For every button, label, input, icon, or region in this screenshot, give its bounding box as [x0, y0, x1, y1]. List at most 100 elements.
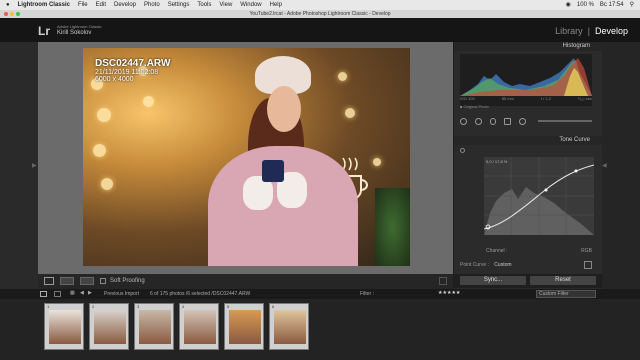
point-curve-select[interactable]: Custom [494, 262, 511, 268]
histogram-readout: ISO 100 85 mm f / 1,2 ¹⁄₁₀₀ sec [460, 96, 592, 101]
close-window-button[interactable] [4, 12, 8, 16]
radial-filter-icon[interactable] [519, 117, 527, 125]
menu-settings[interactable]: Settings [168, 0, 190, 10]
thumbnail-image [184, 310, 216, 344]
collapse-right-panel-icon[interactable]: ◀ [602, 162, 607, 169]
original-photo-label[interactable]: ■ Original Photo [460, 104, 489, 109]
user-name: Kirill Sokolov [57, 30, 92, 36]
edit-point-curve-icon[interactable] [584, 261, 592, 269]
filter-select[interactable]: Custom Filter [536, 290, 596, 298]
original-photo-text: Original Photo [463, 104, 489, 109]
menu-help[interactable]: Help [270, 0, 282, 10]
tone-curve-header[interactable]: Tone Curve [454, 136, 602, 145]
bokeh-light [101, 178, 113, 190]
bokeh-light [338, 72, 347, 81]
targeted-adjustment-icon[interactable] [460, 148, 465, 153]
develop-toolbar: Soft Proofing [38, 274, 453, 289]
menu-develop[interactable]: Develop [114, 0, 136, 10]
thumbnail-index: 5 [227, 304, 230, 309]
soft-proofing-label: Soft Proofing [110, 278, 145, 284]
minimize-window-button[interactable] [10, 12, 14, 16]
thumbnail-index: 4 [182, 304, 185, 309]
search-icon[interactable]: ⚲ [630, 0, 634, 10]
wifi-icon[interactable]: ◉ [566, 0, 571, 10]
graduated-filter-icon[interactable] [504, 117, 512, 125]
filmstrip-thumbnail[interactable]: 2 [89, 303, 129, 350]
menu-view[interactable]: View [219, 0, 232, 10]
photo-viewer[interactable]: DSC02447.ARW 21/11/2019 11:02:08 6000 x … [38, 42, 453, 274]
tone-curve-graph[interactable]: 5,0 / 17,8 % [483, 157, 595, 235]
module-library[interactable]: Library [555, 26, 583, 36]
point-curve-row: Point Curve : Custom [460, 262, 512, 268]
right-panel-edge: ◀ [602, 42, 640, 289]
window-title: YouTube2.lrcat - Adobe Photoshop Lightro… [249, 11, 391, 17]
shutter-readout: ¹⁄₁₀₀ sec [577, 96, 592, 101]
tone-curve-title: Tone Curve [559, 137, 590, 143]
main-photo[interactable]: DSC02447.ARW 21/11/2019 11:02:08 6000 x … [83, 48, 410, 266]
photo-info-overlay: DSC02447.ARW 21/11/2019 11:02:08 6000 x … [95, 58, 170, 83]
photo-filename: DSC02447.ARW [95, 58, 171, 69]
sync-button[interactable]: Sync... [460, 276, 526, 285]
filmstrip-count: 6 of 175 photos /6 selected /DSC02447.AR… [150, 291, 251, 297]
left-panel-collapsed: ▶ [0, 42, 38, 289]
face [267, 86, 301, 132]
expand-left-panel-icon[interactable]: ▶ [32, 162, 37, 169]
back-arrow-icon[interactable]: ◀ [80, 290, 84, 296]
right-panel: Histogram ISO 100 85 mm f / 1,2 ¹⁄₁₀₀ se… [454, 42, 602, 289]
toolbar-menu-icon[interactable] [439, 277, 447, 285]
zoom-window-button[interactable] [16, 12, 20, 16]
filmstrip-thumbnail[interactable]: 5 [224, 303, 264, 350]
apple-icon[interactable]: ● [6, 0, 10, 10]
histogram-title: Histogram [562, 43, 590, 49]
swap-icon[interactable] [80, 277, 94, 285]
sync-reset-row: Sync... Reset [454, 274, 602, 288]
main-window-icon[interactable] [40, 291, 47, 297]
curve-readout: 5,0 / 17,8 % [486, 159, 508, 164]
filmstrip-source[interactable]: Previous Import [104, 291, 139, 297]
spot-removal-tool-icon[interactable] [474, 117, 482, 125]
filter-label: Filter : [360, 291, 374, 297]
reset-button[interactable]: Reset [530, 276, 596, 285]
photo-datetime: 21/11/2019 11:02:08 [95, 69, 159, 76]
lightroom-logo-icon: Lr [38, 24, 50, 38]
filmstrip-bar: ▦ ◀ ▶ Previous Import 6 of 175 photos /6… [0, 289, 640, 299]
channel-select[interactable]: RGB [581, 248, 592, 254]
module-develop[interactable]: Develop [595, 26, 628, 36]
photo-dimensions: 6000 x 4000 [95, 76, 134, 83]
filmstrip-thumbnail[interactable]: 4 [179, 303, 219, 350]
crop-tool-icon[interactable] [460, 117, 467, 125]
grid-icon[interactable]: ▦ [70, 290, 75, 296]
menu-edit[interactable]: Edit [96, 0, 106, 10]
histogram[interactable]: ISO 100 85 mm f / 1,2 ¹⁄₁₀₀ sec [460, 54, 592, 106]
menu-tools[interactable]: Tools [197, 0, 211, 10]
bokeh-light [143, 96, 154, 107]
filmstrip-thumbnail[interactable]: 3 [134, 303, 174, 350]
before-after-icon[interactable] [60, 277, 74, 285]
channel-label: Channel : [486, 248, 508, 254]
menu-photo[interactable]: Photo [144, 0, 160, 10]
menu-window[interactable]: Window [240, 0, 261, 10]
soft-proofing-checkbox[interactable] [100, 278, 106, 284]
thumbnail-index: 1 [47, 304, 50, 309]
clock[interactable]: Вс 17:54 [600, 0, 624, 10]
app-name: Adobe Lightroom Classic [57, 24, 102, 29]
bokeh-light [93, 144, 106, 157]
filmstrip-thumbnail[interactable]: 1 [44, 303, 84, 350]
battery-percent[interactable]: 100 % [577, 0, 594, 10]
loupe-view-icon[interactable] [44, 277, 54, 285]
star-rating-filter[interactable]: ★★★★★ [438, 290, 460, 296]
filmstrip-thumbnail[interactable]: 6 [269, 303, 309, 350]
histogram-header[interactable]: Histogram [454, 42, 602, 51]
menu-app[interactable]: Lightroom Classic [18, 0, 70, 10]
second-window-icon[interactable] [54, 291, 61, 297]
thumbnail-index: 6 [272, 304, 275, 309]
thumbnail-image [94, 310, 126, 344]
forward-arrow-icon[interactable]: ▶ [88, 290, 92, 296]
tone-curve-plot [483, 157, 595, 235]
point-curve-label: Point Curve : [460, 262, 489, 268]
brush-slider[interactable] [538, 120, 592, 122]
window-titlebar: YouTube2.lrcat - Adobe Photoshop Lightro… [0, 10, 640, 18]
menu-file[interactable]: File [78, 0, 88, 10]
bokeh-light [97, 108, 111, 122]
red-eye-tool-icon[interactable] [489, 117, 497, 125]
